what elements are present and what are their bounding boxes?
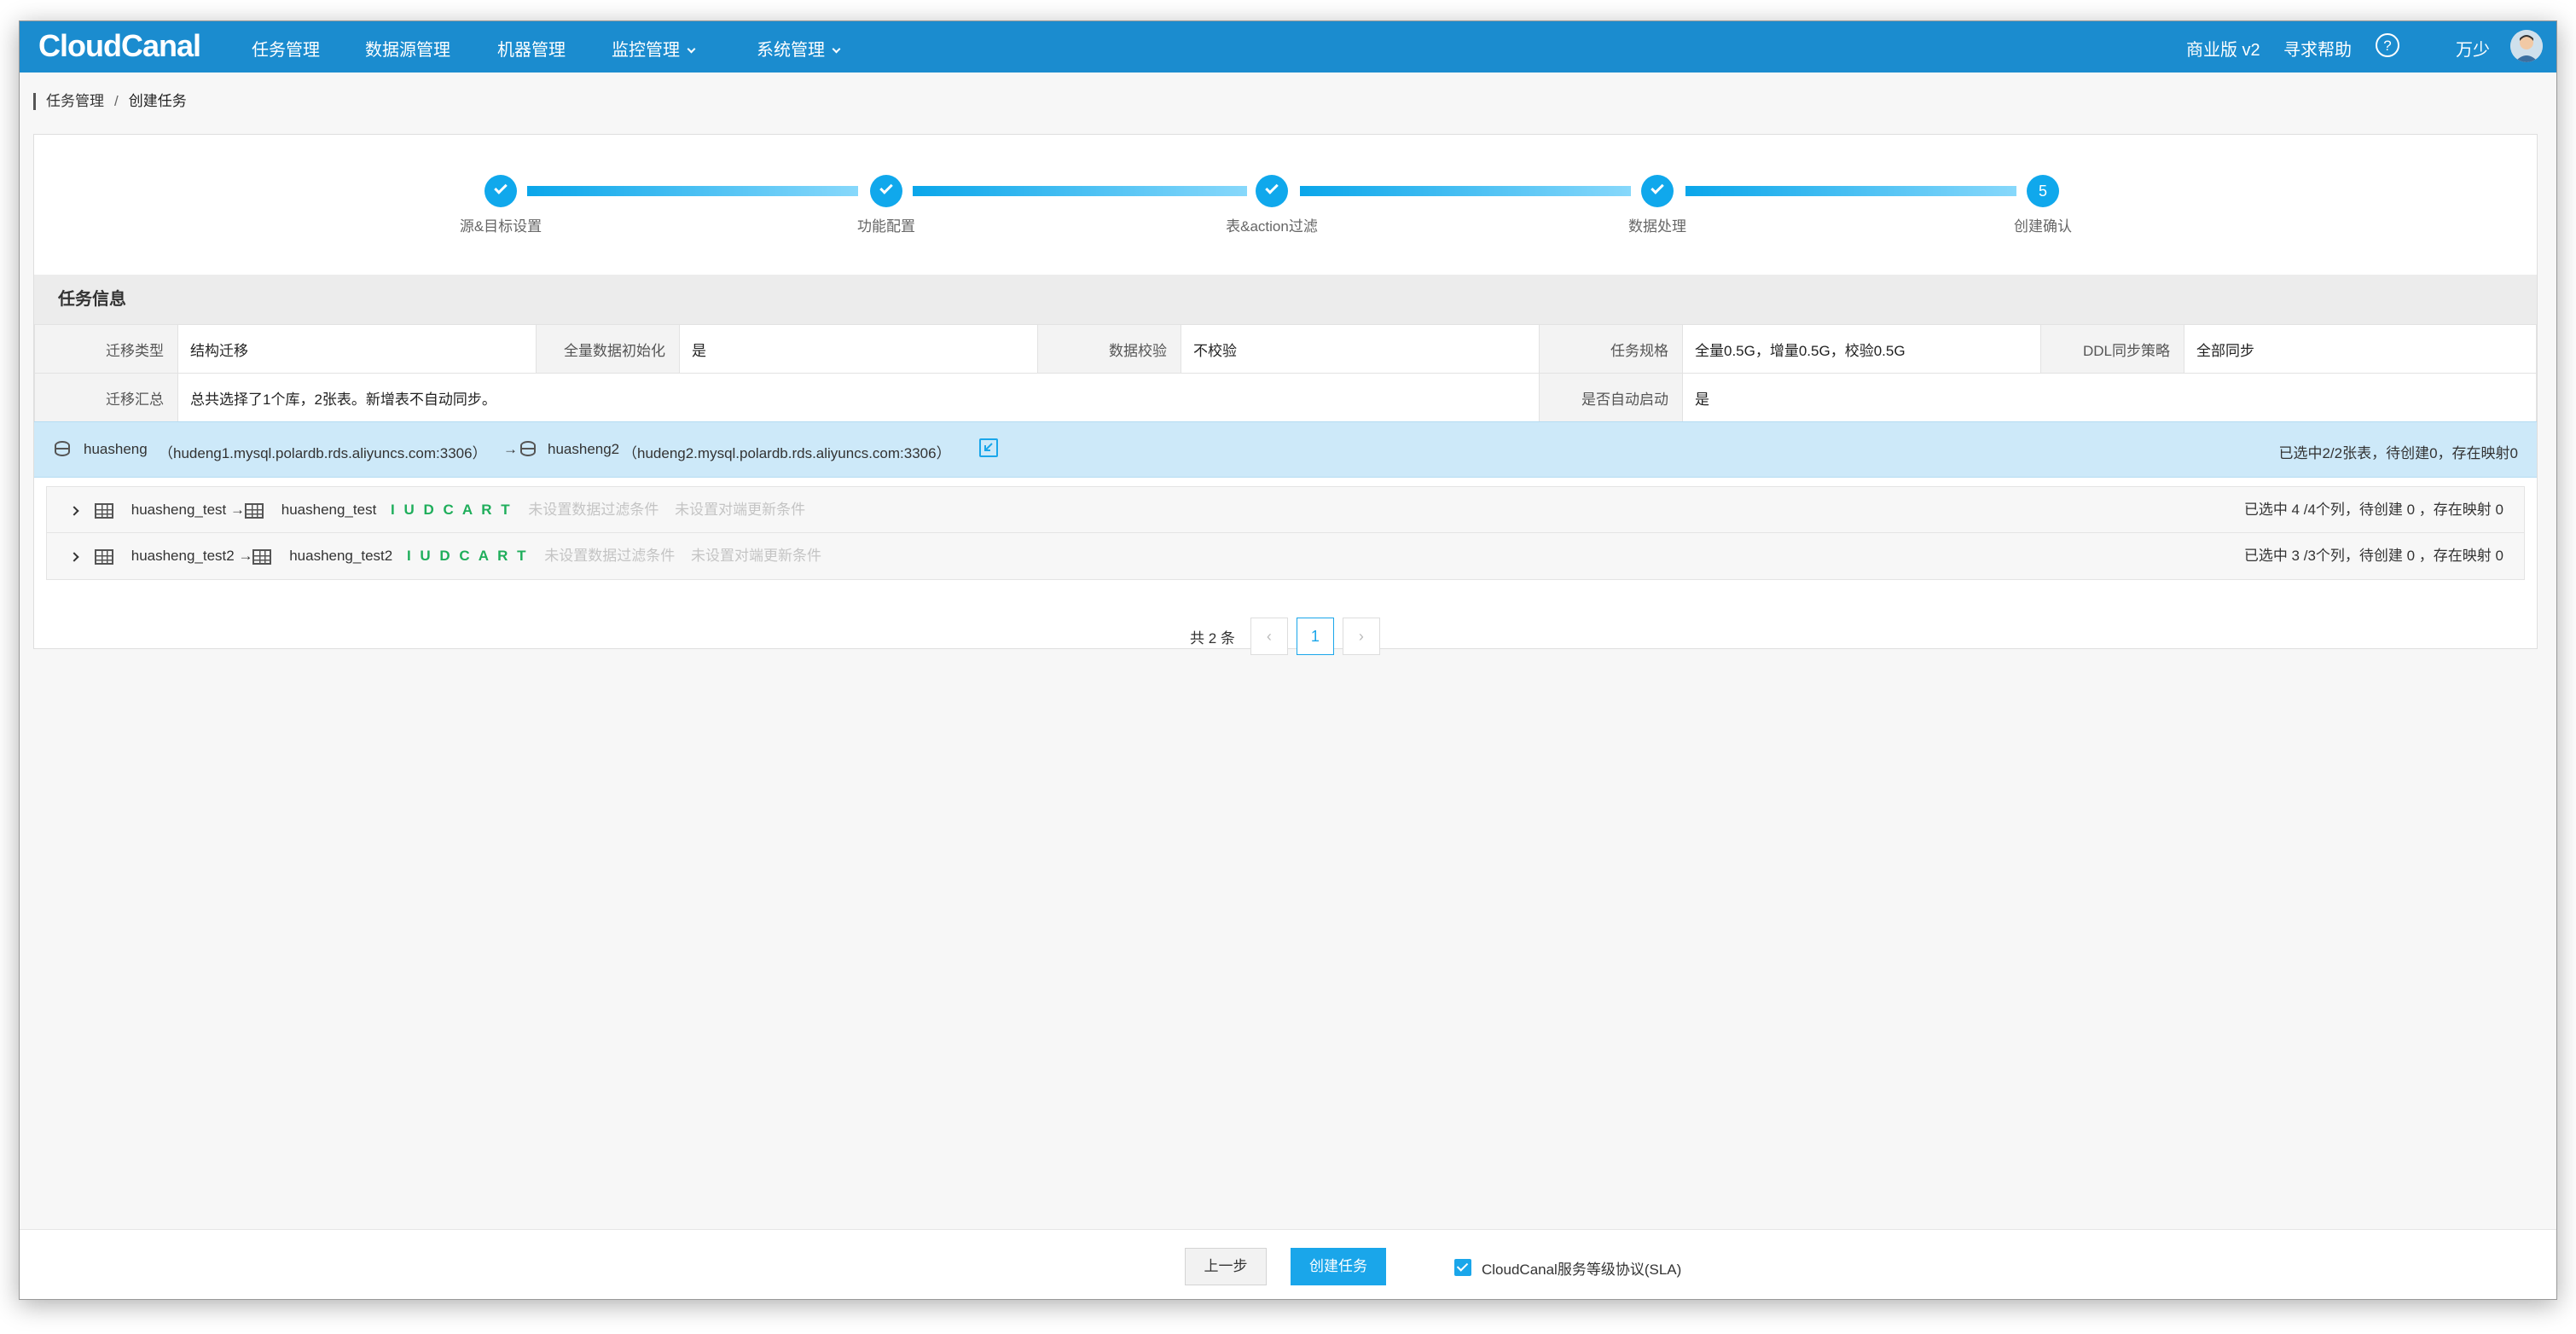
pagination: 共 2 条 ‹ 1 ›: [1190, 618, 1380, 655]
nav-item-machine-management[interactable]: 机器管理: [497, 36, 566, 61]
mapping-summary: 已选中2/2张表，待创建0，存在映射0: [2278, 445, 2518, 461]
target-table-name[interactable]: huasheng_test2: [289, 548, 392, 564]
step-connector-4: [1685, 186, 2016, 196]
create-task-panel: 5 源&目标设置 功能配置 表&action过滤 数据处理 创建确认 任务信息 …: [33, 134, 2538, 655]
app-window: CloudCanal 任务管理 数据源管理 机器管理 监控管理 系统管理 商业版…: [19, 20, 2557, 1300]
help-icon[interactable]: ?: [2376, 33, 2399, 57]
auto-start-label: 是否自动启动: [1539, 373, 1683, 422]
database-icon: [520, 441, 536, 456]
action-flags[interactable]: I U D C A R T: [391, 502, 513, 518]
sla-agreement-link[interactable]: CloudCanal服务等级协议(SLA): [1482, 1257, 1681, 1279]
task-info-title: 任务信息: [34, 275, 2537, 324]
source-table-name: huasheng_test2: [131, 548, 235, 564]
table-row: huasheng_test → huasheng_test I U D C A …: [47, 487, 2524, 533]
step-3-check-icon: [1256, 175, 1288, 207]
collapse-mapping-icon[interactable]: [979, 438, 998, 457]
table-icon: [95, 502, 113, 519]
chevron-down-icon: [687, 44, 696, 54]
avatar[interactable]: [2510, 30, 2543, 62]
full-init-value: 是: [679, 324, 1038, 374]
full-init-label: 全量数据初始化: [536, 324, 680, 374]
prev-page-button[interactable]: ‹: [1250, 618, 1288, 655]
step-1-label: 源&目标设置: [459, 218, 542, 235]
data-filter-link[interactable]: 未设置数据过滤条件: [544, 548, 675, 564]
nav-item-system-management[interactable]: 系统管理: [757, 36, 841, 61]
chevron-down-icon: [832, 44, 841, 54]
breadcrumb-parent[interactable]: 任务管理: [46, 93, 104, 109]
previous-step-button[interactable]: 上一步: [1185, 1248, 1267, 1285]
help-link[interactable]: 寻求帮助: [2283, 36, 2352, 61]
database-icon: [55, 441, 70, 456]
auto-start-value: 是: [1682, 373, 2537, 422]
migration-type-value: 结构迁移: [177, 324, 537, 374]
step-5-label: 创建确认: [2014, 218, 2072, 235]
step-2-label: 功能配置: [857, 218, 915, 235]
source-table-name: huasheng_test: [131, 502, 227, 518]
expand-chevron-icon[interactable]: [69, 505, 79, 516]
task-info-row: 迁移汇总 总共选择了1个库，2张表。新增表不自动同步。 是否自动启动 是: [34, 373, 2537, 422]
update-condition-link[interactable]: 未设置对端更新条件: [691, 548, 821, 564]
user-avatar-icon: [2510, 30, 2543, 62]
pagination-total: 共 2 条: [1190, 629, 1235, 647]
migration-type-label: 迁移类型: [34, 324, 178, 374]
ddl-strategy-label: DDL同步策略: [2040, 324, 2184, 374]
expand-chevron-icon[interactable]: [69, 551, 79, 562]
column-summary: 已选中 4 /4个列，待创建 0 ，存在映射 0: [2243, 502, 2503, 518]
table-icon: [95, 548, 113, 565]
source-db-host: （hudeng1.mysql.polardb.rds.aliyuncs.com:…: [159, 445, 487, 461]
ddl-strategy-value: 全部同步: [2184, 324, 2537, 374]
step-connector-3: [1300, 186, 1631, 196]
column-summary: 已选中 3 /3个列，待创建 0 ，存在映射 0: [2243, 548, 2503, 564]
breadcrumb: 任务管理 / 创建任务: [33, 93, 187, 110]
nav-item-monitor-management[interactable]: 监控管理: [612, 36, 696, 61]
db-mapping-bar: huasheng （hudeng1.mysql.polardb.rds.aliy…: [34, 421, 2537, 478]
data-check-label: 数据校验: [1037, 324, 1181, 374]
task-spec-value: 全量0.5G，增量0.5G，校验0.5G: [1682, 324, 2041, 374]
action-flags[interactable]: I U D C A R T: [407, 548, 529, 564]
task-info-row: 迁移类型 结构迁移 全量数据初始化 是 数据校验 不校验 任务规格 全量0.5G…: [34, 324, 2537, 374]
breadcrumb-current: 创建任务: [128, 93, 187, 109]
step-2-check-icon: [870, 175, 902, 207]
sla-checkbox[interactable]: [1454, 1259, 1471, 1276]
next-page-button[interactable]: ›: [1342, 618, 1380, 655]
update-condition-link[interactable]: 未设置对端更新条件: [675, 502, 805, 518]
source-db-name: huasheng: [84, 441, 148, 457]
target-db-name: huasheng2: [548, 441, 620, 457]
table-row: huasheng_test2 → huasheng_test2 I U D C …: [47, 533, 2524, 579]
arrow-icon: →: [230, 502, 246, 518]
migration-summary-value: 总共选择了1个库，2张表。新增表不自动同步。: [177, 373, 1540, 422]
nav-item-datasource-management[interactable]: 数据源管理: [365, 36, 450, 61]
step-connector-2: [913, 186, 1247, 196]
edition-label: 商业版 v2: [2186, 41, 2260, 60]
step-4-label: 数据处理: [1628, 218, 1686, 235]
migration-summary-label: 迁移汇总: [34, 373, 178, 422]
nav-item-task-management[interactable]: 任务管理: [252, 36, 320, 61]
page-1-button[interactable]: 1: [1296, 618, 1334, 655]
step-1-check-icon: [484, 175, 517, 207]
user-name[interactable]: 万少: [2456, 36, 2490, 61]
table-icon: [245, 502, 264, 519]
data-filter-link[interactable]: 未设置数据过滤条件: [528, 502, 659, 518]
step-3-label: 表&action过滤: [1226, 218, 1318, 235]
mapping-arrow: →: [503, 441, 518, 457]
breadcrumb-separator: /: [114, 93, 119, 109]
arrow-icon: →: [238, 548, 253, 564]
top-nav-bar: CloudCanal 任务管理 数据源管理 机器管理 监控管理 系统管理 商业版…: [20, 21, 2556, 72]
step-4-check-icon: [1641, 175, 1674, 207]
data-check-value: 不校验: [1181, 324, 1540, 374]
step-connector-1: [527, 186, 858, 196]
task-info-table: 迁移类型 结构迁移 全量数据初始化 是 数据校验 不校验 任务规格 全量0.5G…: [34, 324, 2537, 422]
create-task-button[interactable]: 创建任务: [1291, 1248, 1386, 1285]
task-spec-label: 任务规格: [1539, 324, 1683, 374]
footer-action-bar: 上一步 创建任务 CloudCanal服务等级协议(SLA): [20, 1229, 2556, 1299]
target-db-host: （hudeng2.mysql.polardb.rds.aliyuncs.com:…: [623, 445, 951, 461]
step-5-number: 5: [2027, 175, 2059, 207]
target-table-name[interactable]: huasheng_test: [281, 502, 377, 518]
table-icon: [252, 548, 272, 565]
table-mapping-list: huasheng_test → huasheng_test I U D C A …: [46, 486, 2525, 580]
cloudcanal-logo[interactable]: CloudCanal: [38, 28, 201, 64]
